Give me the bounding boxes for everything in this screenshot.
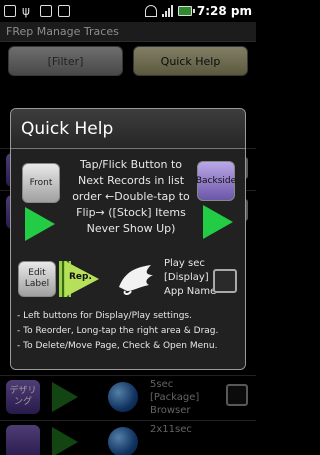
usb-icon: ψ xyxy=(22,4,30,18)
play-sec-legend: Play sec xyxy=(164,258,205,269)
quick-help-dialog: Quick Help Front Tap/Flick Button to Nex… xyxy=(10,108,246,370)
row-info-legend: Play sec [Display] App Name xyxy=(164,257,216,299)
status-bar: ψ 7:28 pm xyxy=(0,0,256,22)
battery-icon xyxy=(177,6,195,16)
help-notes: - Left buttons for Display/Play settings… xyxy=(17,309,245,354)
edit-label-button[interactable]: Edit Label xyxy=(18,261,56,297)
help-note: - To Reorder, Long-tap the right area & … xyxy=(17,326,219,336)
wings-icon xyxy=(119,265,153,295)
dialog-title: Quick Help xyxy=(11,109,245,149)
play-icon[interactable] xyxy=(203,205,233,239)
help-note: - Left buttons for Display/Play settings… xyxy=(17,311,192,321)
dialog-body: Front Tap/Flick Button to Next Records i… xyxy=(11,149,245,369)
front-button[interactable]: Front xyxy=(22,163,60,203)
photo-icon xyxy=(58,5,70,17)
app-name-legend: App Name xyxy=(164,286,217,297)
display-legend: [Display] xyxy=(164,272,209,283)
select-checkbox[interactable] xyxy=(213,269,237,293)
help-note: - To Delete/Move Page, Check & Open Menu… xyxy=(17,341,218,351)
alert-icon xyxy=(4,5,16,17)
repeat-label: Rep. xyxy=(69,272,92,282)
status-clock: 7:28 pm xyxy=(196,4,252,18)
sd-icon xyxy=(40,5,52,17)
play-icon[interactable] xyxy=(25,207,55,241)
backside-button[interactable]: Backside xyxy=(196,161,236,201)
help-text: Tap/Flick Button to Next Records in list… xyxy=(72,158,190,235)
wifi-icon xyxy=(144,5,157,17)
repeat-button[interactable]: Rep. xyxy=(59,261,101,297)
signal-icon xyxy=(161,5,173,17)
